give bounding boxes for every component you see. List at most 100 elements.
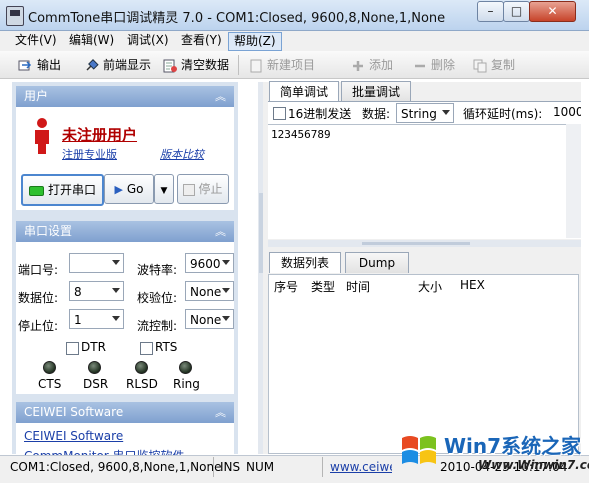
minus-icon xyxy=(412,59,428,73)
open-port-label: 打开串口 xyxy=(47,183,96,197)
baud-value: 9600 xyxy=(190,257,221,271)
ring-label: Ring xyxy=(173,377,200,391)
cts-label: CTS xyxy=(38,377,62,391)
maximize-button[interactable]: □ xyxy=(503,1,530,22)
cts-led xyxy=(43,361,56,374)
dtr-checkbox[interactable] xyxy=(66,342,79,355)
pin-icon xyxy=(84,58,100,73)
col-header-type[interactable]: 类型 xyxy=(311,278,335,295)
hex-send-checkbox[interactable] xyxy=(273,107,286,120)
menu-edit[interactable]: 编辑(W) xyxy=(64,32,119,49)
stop-label: 停止 xyxy=(198,182,223,196)
watermark-brand: Win7系统之家 xyxy=(444,434,582,458)
compare-link[interactable]: 版本比较 xyxy=(160,146,204,162)
status-port: COM1:Closed, 9600,8,None,1,None xyxy=(10,460,222,474)
menu-file[interactable]: 文件(V) xyxy=(10,32,62,49)
stop-icon xyxy=(183,183,196,196)
new-item-button[interactable]: 新建项目 xyxy=(248,56,315,74)
loop-delay-input[interactable]: 1000 xyxy=(553,105,581,119)
stop-button[interactable]: 停止 xyxy=(177,174,229,204)
go-dropdown-button[interactable]: ▼ xyxy=(154,174,174,204)
status-url[interactable]: www.ceiwei.com xyxy=(330,460,392,474)
col-header-index[interactable]: 序号 xyxy=(274,278,298,295)
copy-button[interactable]: 复制 xyxy=(472,56,515,74)
col-header-time[interactable]: 时间 xyxy=(346,278,370,295)
collapse-icon[interactable]: ︽ xyxy=(215,402,226,423)
foreground-button[interactable]: 前端显示 xyxy=(84,56,151,74)
hex-send-label: 16进制发送 xyxy=(288,107,352,121)
menu-view[interactable]: 查看(Y) xyxy=(176,32,227,49)
ceiwei-section-header[interactable]: CEIWEI Software ︽ xyxy=(16,402,234,423)
tab-data-list[interactable]: 数据列表 xyxy=(269,252,341,273)
port-section-header[interactable]: 串口设置 ︽ xyxy=(16,221,234,242)
user-section-header[interactable]: 用户 ︽ xyxy=(16,86,234,107)
menu-debug[interactable]: 调试(X) xyxy=(122,32,174,49)
data-type-select[interactable]: String xyxy=(396,103,454,123)
rlsd-led xyxy=(135,361,148,374)
collapse-icon[interactable]: ︽ xyxy=(215,221,226,242)
output-label: 输出 xyxy=(37,58,62,72)
tab-batch-debug[interactable]: 批量调试 xyxy=(341,81,411,102)
status-num: NUM xyxy=(246,460,275,474)
port-select[interactable] xyxy=(69,253,124,273)
col-header-hex[interactable]: HEX xyxy=(460,278,485,292)
databits-select[interactable]: 8 xyxy=(69,281,124,301)
chevron-down-icon xyxy=(222,316,230,321)
chevron-down-icon xyxy=(442,110,450,115)
open-port-button[interactable]: 打开串口 xyxy=(21,174,104,206)
stopbits-select[interactable]: 1 xyxy=(69,309,124,329)
editor-scrollbar[interactable] xyxy=(566,124,581,238)
flow-select[interactable]: None xyxy=(185,309,234,329)
user-name[interactable]: 未注册用户 xyxy=(62,124,137,145)
window-title: CommTone串口调试精灵 7.0 - COM1:Closed, 9600,8… xyxy=(28,11,446,26)
rts-label: RTS xyxy=(155,340,178,354)
tab-dump[interactable]: Dump xyxy=(345,252,409,273)
send-editor[interactable] xyxy=(268,124,581,239)
chevron-down-icon xyxy=(222,260,230,265)
chevron-down-icon xyxy=(112,288,120,293)
copy-icon xyxy=(472,59,488,73)
dtr-label: DTR xyxy=(81,340,106,354)
user-icon xyxy=(32,118,52,156)
add-button[interactable]: 添加 xyxy=(350,56,393,74)
go-button[interactable]: ▶ Go xyxy=(104,174,154,204)
watermark: Win7系统之家 Www.Winwin7.com xyxy=(392,424,589,480)
tab-simple-debug[interactable]: 简单调试 xyxy=(269,81,339,102)
menu-help[interactable]: 帮助(Z) xyxy=(228,32,282,51)
new-item-label: 新建项目 xyxy=(267,58,316,72)
ring-led xyxy=(179,361,192,374)
watermark-url: Www.Winwin7.com xyxy=(478,458,589,472)
collapse-icon[interactable]: ︽ xyxy=(215,86,226,107)
output-button[interactable]: 输出 xyxy=(18,56,61,74)
app-icon xyxy=(6,6,24,26)
ceiwei-section-body: CEIWEI Software CommMonitor 串口监控软件 xyxy=(16,423,234,455)
play-icon: ▶ xyxy=(114,183,123,196)
parity-label: 校验位: xyxy=(137,291,178,305)
add-label: 添加 xyxy=(369,58,394,72)
parity-select[interactable]: None xyxy=(185,281,234,301)
splitter-grip[interactable] xyxy=(362,242,470,245)
ceiwei-link[interactable]: CEIWEI Software xyxy=(24,429,123,443)
rts-checkbox[interactable] xyxy=(140,342,153,355)
col-header-size[interactable]: 大小 xyxy=(418,278,442,295)
clear-label: 清空数据 xyxy=(181,58,230,72)
minimize-button[interactable]: – xyxy=(477,1,504,22)
delete-button[interactable]: 删除 xyxy=(412,56,455,74)
baud-select[interactable]: 9600 xyxy=(185,253,234,273)
data-type-value: String xyxy=(401,107,437,121)
commmonitor-link[interactable]: CommMonitor 串口监控软件 xyxy=(24,447,185,455)
stopbits-value: 1 xyxy=(74,313,82,327)
foreground-label: 前端显示 xyxy=(103,58,152,72)
clear-data-button[interactable]: 清空数据 xyxy=(162,56,229,74)
status-separator xyxy=(213,457,214,477)
port-label: 端口号: xyxy=(18,263,59,277)
delete-label: 删除 xyxy=(431,58,456,72)
dsr-label: DSR xyxy=(83,377,109,391)
chevron-down-icon xyxy=(222,288,230,293)
close-button[interactable]: ✕ xyxy=(529,1,576,22)
editor-text: 123456789 xyxy=(271,128,331,141)
chevron-down-icon xyxy=(112,260,120,265)
dsr-led xyxy=(88,361,101,374)
register-link[interactable]: 注册专业版 xyxy=(62,146,117,162)
status-ins: INS xyxy=(220,460,241,474)
